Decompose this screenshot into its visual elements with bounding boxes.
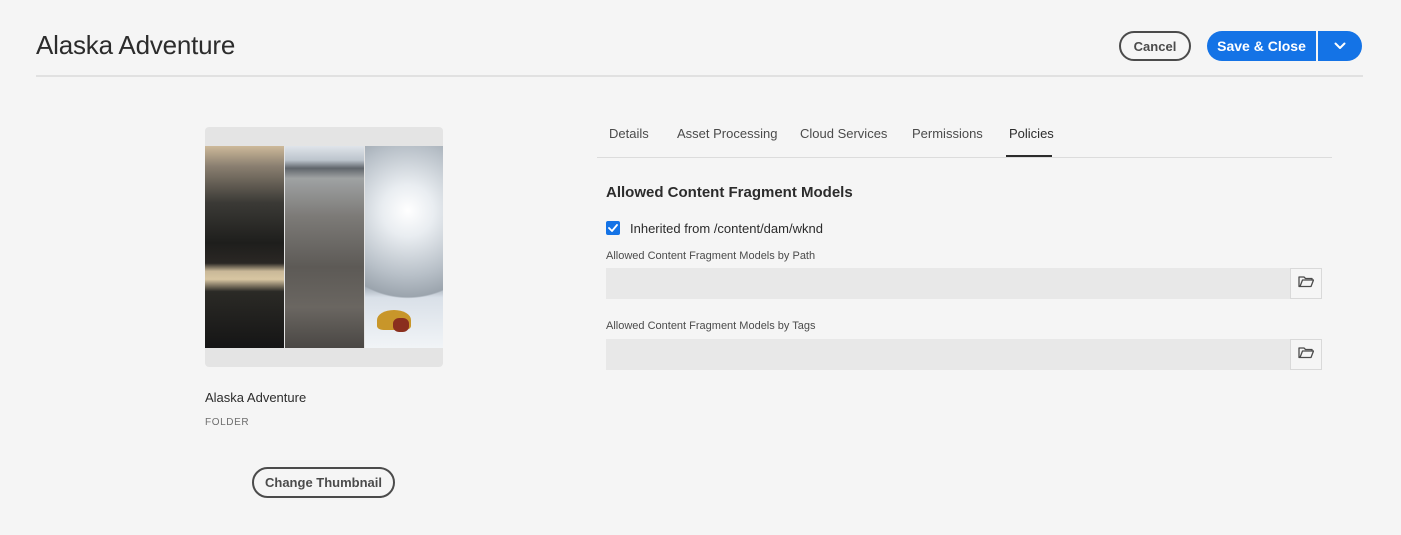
by-path-label: Allowed Content Fragment Models by Path xyxy=(606,250,816,262)
folder-name: Alaska Adventure xyxy=(205,390,307,405)
by-tags-input[interactable] xyxy=(606,339,1290,370)
tab-cloud-services[interactable]: Cloud Services xyxy=(800,126,887,141)
page-title: Alaska Adventure xyxy=(36,30,236,60)
save-options-dropdown-button[interactable] xyxy=(1318,31,1362,61)
save-and-close-button[interactable]: Save & Close xyxy=(1207,31,1316,61)
tent-shape xyxy=(393,318,409,332)
change-thumbnail-button[interactable]: Change Thumbnail xyxy=(252,467,395,498)
by-path-input[interactable] xyxy=(606,268,1290,299)
folder-open-icon xyxy=(1298,346,1315,364)
section-title: Allowed Content Fragment Models xyxy=(606,184,853,201)
inherited-checkbox[interactable] xyxy=(606,221,620,235)
properties-tabs: Details Asset Processing Cloud Services … xyxy=(597,111,1332,158)
tab-details[interactable]: Details xyxy=(609,126,649,141)
chevron-down-icon xyxy=(1334,37,1346,55)
folder-type: FOLDER xyxy=(205,417,250,428)
tab-permissions[interactable]: Permissions xyxy=(912,126,983,141)
folder-open-icon xyxy=(1298,275,1315,293)
tab-asset-processing[interactable]: Asset Processing xyxy=(677,126,777,141)
thumbnail-image-mountains xyxy=(205,146,284,348)
checkmark-icon xyxy=(608,219,618,237)
tab-policies[interactable]: Policies xyxy=(1009,126,1054,141)
by-tags-browse-button[interactable] xyxy=(1290,339,1322,370)
by-path-browse-button[interactable] xyxy=(1290,268,1322,299)
thumbnail-image-snow-camp xyxy=(365,146,443,348)
thumbnail-image-footprints xyxy=(285,146,364,348)
inherited-checkbox-label[interactable]: Inherited from /content/dam/wknd xyxy=(630,221,823,236)
by-tags-label: Allowed Content Fragment Models by Tags xyxy=(606,320,816,332)
folder-thumbnail xyxy=(205,127,443,367)
header: Alaska Adventure Cancel Save & Close xyxy=(36,0,1363,77)
cancel-button[interactable]: Cancel xyxy=(1119,31,1191,61)
selected-tab-indicator xyxy=(1006,155,1052,157)
